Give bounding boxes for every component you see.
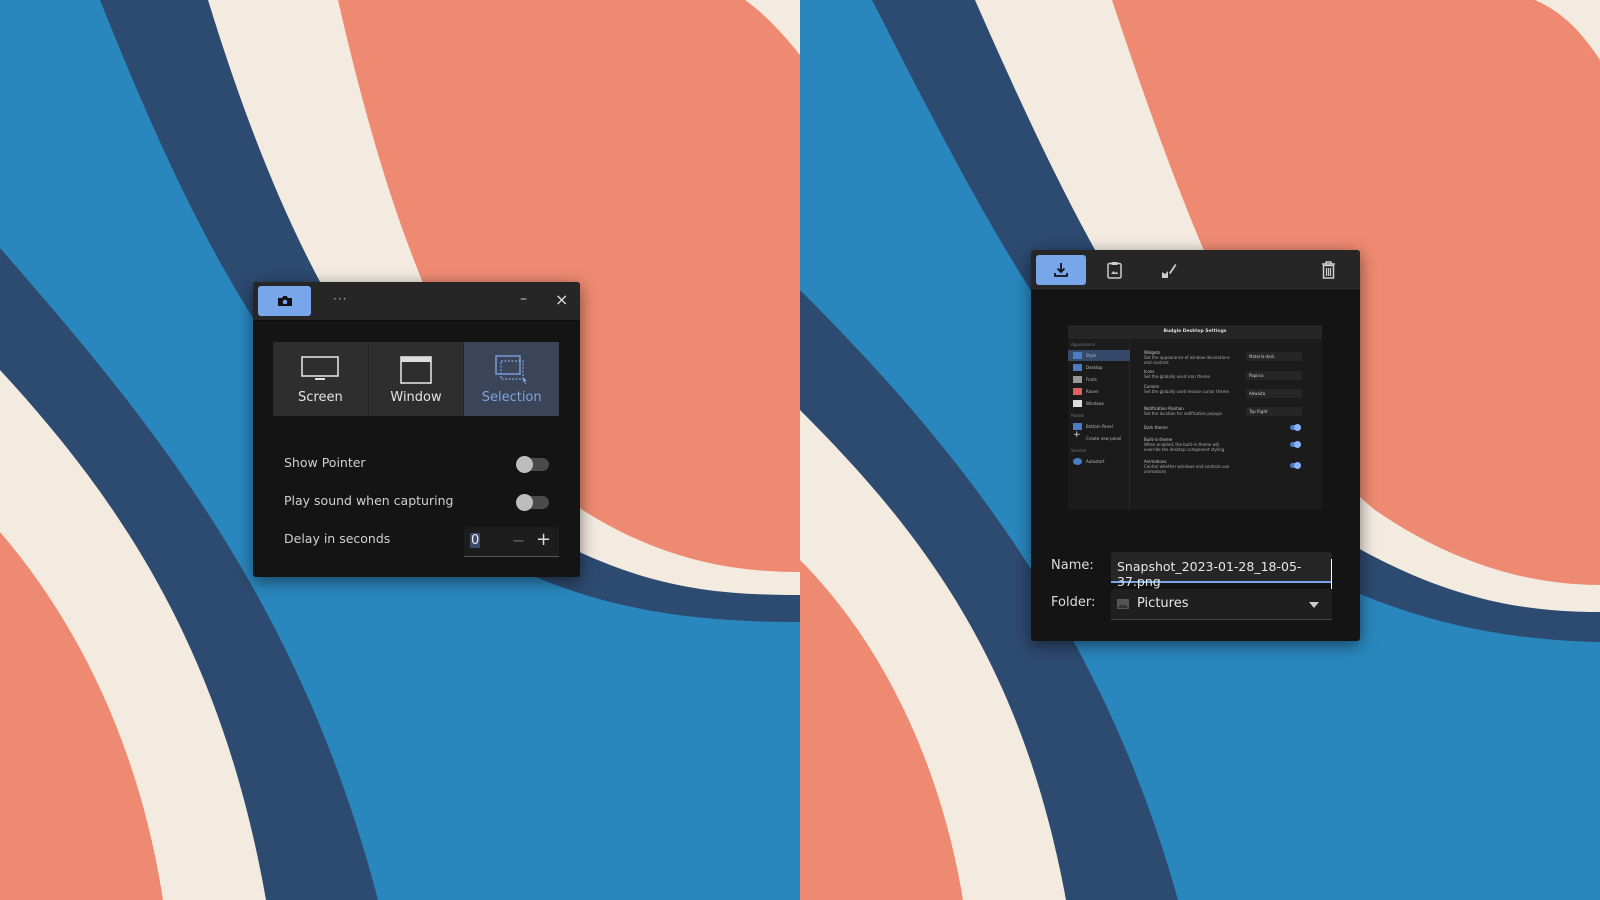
monitor-icon [301, 356, 340, 380]
increment-button[interactable]: + [536, 529, 551, 550]
preview-dropdown: Papirus [1246, 371, 1302, 380]
preview-item: Windows [1068, 398, 1130, 409]
preview-setting: Notification Position Set the location fo… [1144, 406, 1223, 416]
mode-screen-button[interactable]: Screen [273, 342, 369, 416]
preview-setting: Animations Control whether windows and co… [1144, 459, 1230, 474]
download-icon [1054, 263, 1068, 277]
preview-title: Budgie Desktop Settings [1068, 325, 1322, 339]
header-bar [1031, 250, 1360, 291]
folder-dropdown[interactable]: Pictures [1111, 589, 1332, 620]
screenshot-capture-dialog: ··· – × Screen Window Selection Show Poi… [253, 282, 580, 577]
mode-label: Selection [481, 390, 542, 405]
screenshot-preview: Budgie Desktop Settings Appearance Style… [1068, 325, 1322, 510]
delay-label: Delay in seconds [284, 531, 391, 546]
delete-button[interactable] [1321, 261, 1336, 283]
window-icon [400, 356, 432, 384]
preview-toggle [1290, 462, 1301, 469]
play-sound-label: Play sound when capturing [284, 493, 454, 508]
folder-label: Folder: [1051, 595, 1096, 610]
mode-label: Screen [297, 390, 343, 405]
copy-to-clipboard-button[interactable] [1107, 261, 1122, 283]
delay-input[interactable]: 0 [470, 533, 481, 548]
preview-setting: Dark theme [1144, 425, 1168, 430]
preview-toggle [1290, 441, 1301, 448]
trash-icon [1322, 261, 1335, 279]
preview-item: Style [1068, 350, 1130, 361]
preview-dropdown: Top Right [1246, 407, 1302, 416]
preview-section: Appearance [1071, 342, 1096, 347]
preview-dropdown: Adwaita [1246, 389, 1302, 398]
capture-mode-group: Screen Window Selection [273, 342, 560, 416]
minimize-button[interactable]: – [520, 291, 527, 307]
name-input[interactable]: Snapshot_2023-01-28_18-05-37.png [1111, 552, 1332, 589]
decrement-button[interactable]: − [512, 531, 525, 550]
edit-image-icon [1162, 264, 1177, 278]
preview-item: + Create new panel [1073, 430, 1122, 441]
header-bar: ··· – × [253, 282, 580, 321]
capture-button[interactable] [258, 286, 311, 316]
name-label: Name: [1051, 558, 1094, 573]
preview-dropdown: Materia-dark [1246, 352, 1302, 361]
preview-item: Raven [1068, 386, 1130, 397]
pictures-folder-icon [1117, 599, 1129, 609]
chevron-down-icon [1309, 602, 1319, 608]
clipboard-image-icon [1107, 262, 1122, 279]
preview-sidebar: Appearance Style Desktop Fonts Raven Win… [1068, 339, 1130, 510]
preview-setting: Icons Set the globally used icon theme [1144, 369, 1211, 379]
selection-icon [494, 355, 527, 384]
show-pointer-label: Show Pointer [284, 455, 366, 470]
close-button[interactable]: × [555, 290, 568, 309]
preview-item: Desktop [1068, 362, 1130, 373]
menu-button[interactable]: ··· [333, 292, 347, 306]
preview-section: Panels [1071, 413, 1084, 418]
preview-item: Fonts [1068, 374, 1130, 385]
edit-button[interactable] [1161, 261, 1177, 283]
preview-setting: Widgets Set the appearance of window deco… [1144, 350, 1230, 365]
preview-section: Session [1071, 448, 1087, 453]
play-sound-toggle[interactable] [516, 494, 549, 511]
mode-label: Window [390, 390, 442, 405]
preview-setting: Built-in theme When enabled, the built-in… [1144, 437, 1225, 452]
save-button[interactable] [1036, 255, 1086, 285]
preview-setting: Cursors Set the globally used mouse curso… [1144, 384, 1229, 394]
screenshot-save-dialog: Budgie Desktop Settings Appearance Style… [1031, 250, 1360, 641]
mode-window-button[interactable]: Window [368, 342, 465, 416]
camera-icon [277, 296, 292, 306]
delay-spinbutton: 0 − + [464, 527, 559, 557]
preview-toggle [1290, 424, 1301, 431]
mode-selection-button[interactable]: Selection [464, 342, 560, 416]
show-pointer-toggle[interactable] [516, 456, 549, 473]
preview-item: Autostart [1068, 456, 1130, 467]
